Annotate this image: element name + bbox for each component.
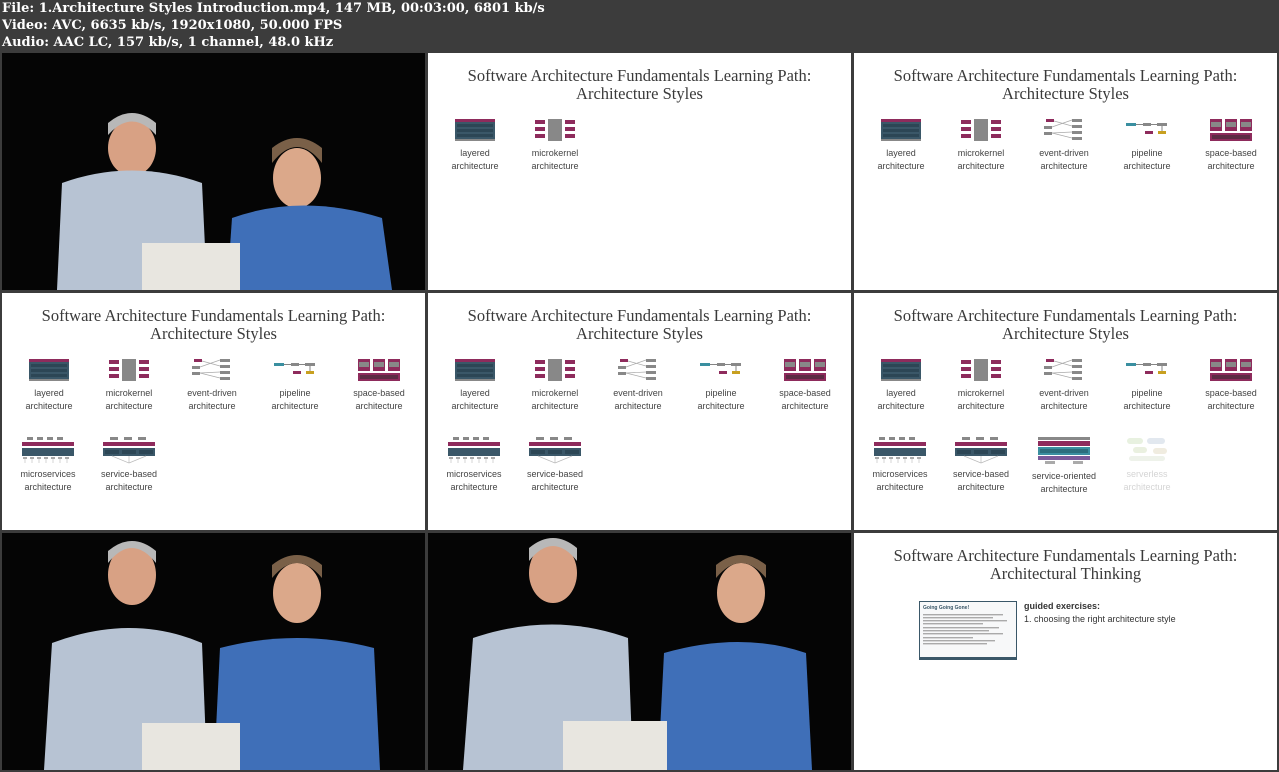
- service-based-architecture-icon: [954, 436, 1008, 464]
- style-microkernel: microkernel architecture: [942, 117, 1020, 173]
- slide-title: Software Architecture Fundamentals Learn…: [893, 66, 1238, 103]
- pipeline-architecture-icon: [699, 362, 742, 375]
- style-microservices: microservices architecture: [861, 436, 939, 494]
- pipeline-architecture-icon: [1125, 122, 1168, 135]
- style-microservices: microservices architecture: [435, 436, 513, 494]
- event-driven-architecture-icon: [1043, 118, 1083, 141]
- style-layered: layered architecture: [436, 357, 514, 413]
- document-text-lines: [923, 614, 1007, 645]
- style-layered: layered architecture: [862, 357, 940, 413]
- microkernel-architecture-icon: [961, 119, 1001, 141]
- style-pipeline: pipeline architecture: [1108, 117, 1186, 173]
- video-frame-speakers-3: [428, 533, 851, 770]
- event-driven-architecture-icon: [617, 358, 657, 381]
- style-microkernel: microkernel architecture: [942, 357, 1020, 413]
- style-service-based: service-based architecture: [516, 436, 594, 494]
- microservices-architecture-icon: [447, 436, 501, 464]
- file-info-header: File: 1.Architecture Styles Introduction…: [0, 0, 1279, 52]
- video-frame-speakers-1: [2, 53, 425, 290]
- style-space-based: space-based architecture: [1192, 357, 1270, 413]
- microservices-architecture-icon: [873, 436, 927, 464]
- audio-info-line: Audio: AAC LC, 157 kb/s, 1 channel, 48.0…: [2, 35, 334, 50]
- slide-frame-6: Software Architecture Fundamentals Learn…: [854, 533, 1277, 770]
- style-space-based: space-based architecture: [1192, 117, 1270, 173]
- event-driven-architecture-icon: [191, 358, 231, 381]
- style-layered: layered architecture: [862, 117, 940, 173]
- speakers-image: [463, 538, 812, 770]
- slide-title: Software Architecture Fundamentals Learn…: [893, 546, 1238, 583]
- microkernel-architecture-icon: [535, 359, 575, 381]
- slide-title: Software Architecture Fundamentals Learn…: [467, 306, 812, 343]
- style-layered: layered architecture: [436, 117, 514, 173]
- slide-frame-3: Software Architecture Fundamentals Learn…: [2, 293, 425, 530]
- style-pipeline: pipeline architecture: [682, 357, 760, 413]
- service-based-architecture-icon: [528, 436, 582, 464]
- speakers-image: [57, 113, 392, 290]
- style-service-oriented: service-oriented architecture: [1025, 436, 1103, 496]
- serverless-architecture-icon: [1127, 438, 1167, 461]
- document-title: Going Going Gone!: [923, 605, 970, 611]
- style-microkernel: microkernel architecture: [516, 117, 594, 173]
- style-event-driven: event-driven architecture: [1025, 117, 1103, 173]
- style-service-based: service-based architecture: [942, 436, 1020, 494]
- file-info-line: File: 1.Architecture Styles Introduction…: [2, 1, 545, 16]
- slide-frame-4: Software Architecture Fundamentals Learn…: [428, 293, 851, 530]
- document-bottom-bar: [919, 657, 1017, 660]
- layered-architecture-icon: [29, 359, 69, 381]
- slide-title: Software Architecture Fundamentals Learn…: [893, 306, 1238, 343]
- layered-architecture-icon: [455, 119, 495, 141]
- layered-architecture-icon: [455, 359, 495, 381]
- guided-exercises: guided exercises: 1. choosing the right …: [1024, 600, 1176, 626]
- space-based-architecture-icon: [784, 359, 826, 381]
- slide-title: Software Architecture Fundamentals Learn…: [41, 306, 386, 343]
- style-microkernel: microkernel architecture: [516, 357, 594, 413]
- style-event-driven: event-driven architecture: [173, 357, 251, 413]
- style-event-driven: event-driven architecture: [599, 357, 677, 413]
- microservices-architecture-icon: [21, 436, 75, 464]
- service-oriented-architecture-icon: [1038, 437, 1090, 464]
- style-microservices: microservices architecture: [9, 436, 87, 494]
- style-microkernel: microkernel architecture: [90, 357, 168, 413]
- slide-frame-2: Software Architecture Fundamentals Learn…: [854, 53, 1277, 290]
- style-serverless: serverless architecture: [1108, 436, 1186, 494]
- style-layered: layered architecture: [10, 357, 88, 413]
- style-event-driven: event-driven architecture: [1025, 357, 1103, 413]
- slide-title: Software Architecture Fundamentals Learn…: [467, 66, 812, 103]
- pipeline-architecture-icon: [273, 362, 316, 375]
- style-space-based: space-based architecture: [766, 357, 844, 413]
- space-based-architecture-icon: [358, 359, 400, 381]
- speakers-image: [44, 541, 380, 770]
- style-space-based: space-based architecture: [340, 357, 418, 413]
- video-frame-speakers-2: [2, 533, 425, 770]
- style-service-based: service-based architecture: [90, 436, 168, 494]
- layered-architecture-icon: [881, 119, 921, 141]
- exercise-document-thumbnail: Going Going Gone!: [919, 601, 1017, 660]
- slide-frame-5: Software Architecture Fundamentals Learn…: [854, 293, 1277, 530]
- video-info-line: Video: AVC, 6635 kb/s, 1920x1080, 50.000…: [2, 18, 343, 33]
- space-based-architecture-icon: [1210, 359, 1252, 381]
- style-pipeline: pipeline architecture: [1108, 357, 1186, 413]
- microkernel-architecture-icon: [109, 359, 149, 381]
- slide-frame-1: Software Architecture Fundamentals Learn…: [428, 53, 851, 290]
- exercise-item: 1. choosing the right architecture style: [1024, 614, 1176, 624]
- style-pipeline: pipeline architecture: [256, 357, 334, 413]
- event-driven-architecture-icon: [1043, 358, 1083, 381]
- microkernel-architecture-icon: [535, 119, 575, 141]
- service-based-architecture-icon: [102, 436, 156, 464]
- layered-architecture-icon: [881, 359, 921, 381]
- microkernel-architecture-icon: [961, 359, 1001, 381]
- pipeline-architecture-icon: [1125, 362, 1168, 375]
- exercises-heading: guided exercises:: [1024, 601, 1101, 611]
- space-based-architecture-icon: [1210, 119, 1252, 141]
